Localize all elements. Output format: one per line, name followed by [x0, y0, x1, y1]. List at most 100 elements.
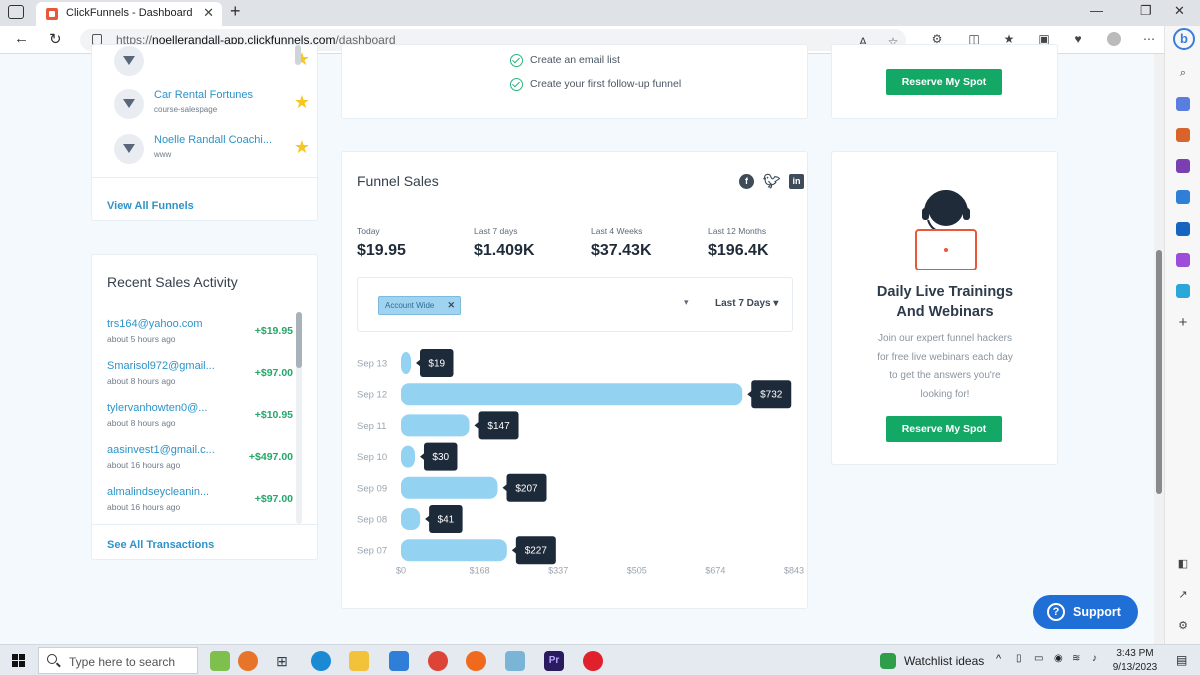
twitter-icon[interactable]: 🐦︎	[763, 174, 781, 189]
tray-device-icon[interactable]: ▯	[1016, 653, 1022, 664]
chevron-down-icon[interactable]: ▾	[684, 297, 689, 308]
funnels-scrollbar[interactable]	[295, 45, 301, 65]
sale-row[interactable]: aasinvest1@gmail.c... about 16 hours ago…	[107, 444, 293, 484]
sale-row[interactable]: trs164@yahoo.com about 5 hours ago +$19.…	[107, 318, 293, 358]
funnel-item[interactable]: Noelle Randall Coachi... www ★	[114, 131, 314, 167]
sale-row[interactable]: tylervanhowten0@... about 8 hours ago +$…	[107, 402, 293, 442]
account-wide-chip[interactable]: Account Wide ✕	[378, 296, 461, 315]
drop-icon[interactable]	[1176, 284, 1190, 298]
sidebar-layout-icon[interactable]: ◧	[1176, 557, 1190, 571]
open-external-icon[interactable]: ↗	[1176, 588, 1190, 602]
funnel-name[interactable]: Noelle Randall Coachi...	[154, 134, 272, 146]
page-scrollbar-thumb[interactable]	[1156, 250, 1162, 494]
taskbar-search-input[interactable]: Type here to search	[38, 647, 198, 674]
favorite-star-icon[interactable]: ★	[294, 92, 310, 113]
page-scrollbar[interactable]	[1154, 54, 1164, 644]
office-icon[interactable]	[1176, 190, 1190, 204]
add-sidebar-app-icon[interactable]: +	[1176, 315, 1190, 330]
date-range-select[interactable]: Last 7 Days ▾	[715, 298, 778, 309]
maximize-icon[interactable]: ❐	[1140, 3, 1152, 19]
close-tab-icon[interactable]: ✕	[203, 5, 214, 21]
mail-app-icon[interactable]	[389, 651, 409, 671]
task-view-icon[interactable]: ⊞	[272, 651, 292, 671]
bar	[401, 352, 411, 374]
more-options-icon[interactable]: ⋯	[1142, 32, 1156, 46]
see-all-transactions-link[interactable]: See All Transactions	[107, 539, 214, 551]
network-icon[interactable]: ◉	[1054, 653, 1063, 664]
shopping-icon[interactable]	[1176, 97, 1190, 111]
close-window-icon[interactable]: ✕	[1174, 3, 1185, 19]
sale-row[interactable]: almalindseycleanin... about 16 hours ago…	[107, 486, 293, 526]
watchlist-icon[interactable]	[880, 653, 896, 669]
search-icon[interactable]: ⌕	[1176, 66, 1190, 80]
widgets-app-icon[interactable]	[210, 651, 230, 671]
minimize-icon[interactable]: —	[1090, 3, 1103, 18]
outlook-icon[interactable]	[1176, 222, 1190, 236]
windows-start-icon[interactable]	[12, 654, 25, 667]
funnel-item[interactable]: Car Rental Fortunes course-salespage ★	[114, 86, 314, 122]
volume-icon[interactable]: ♪	[1092, 653, 1097, 664]
funnel-filter[interactable]: Account Wide ✕ ▾ Last 7 Days ▾	[357, 277, 793, 332]
app-icon[interactable]	[505, 651, 525, 671]
clock-time[interactable]: 3:43 PM	[1110, 648, 1160, 659]
sidebar-settings-icon[interactable]: ⚙	[1176, 619, 1190, 633]
check-circle-icon	[510, 54, 523, 67]
designer-icon[interactable]	[1176, 253, 1190, 267]
support-button[interactable]: ? Support	[1033, 595, 1138, 629]
facebook-icon[interactable]: f	[739, 174, 754, 189]
tab-actions-icon[interactable]	[8, 5, 24, 19]
sale-amount: +$497.00	[248, 451, 293, 463]
data-label: $147	[487, 421, 510, 432]
view-all-funnels-link[interactable]: View All Funnels	[107, 200, 194, 212]
reserve-my-spot-button[interactable]: Reserve My Spot	[886, 69, 1002, 95]
refresh-icon[interactable]: ↻	[49, 30, 62, 48]
checklist-item[interactable]: Create an email list	[510, 54, 620, 67]
funnel-name[interactable]: Car Rental Fortunes	[154, 89, 272, 101]
chrome-app-icon[interactable]	[428, 651, 448, 671]
sale-amount: +$97.00	[254, 367, 293, 379]
checklist-item[interactable]: Create your first follow-up funnel	[510, 78, 681, 91]
battery-icon[interactable]: ▭	[1034, 653, 1043, 664]
funnel-item-partial[interactable]: ★	[114, 43, 314, 79]
premiere-pro-icon[interactable]: Pr	[544, 651, 564, 671]
favorite-star-icon[interactable]: ★	[294, 137, 310, 158]
funnels-card: ★ Car Rental Fortunes course-salespage ★…	[91, 43, 319, 221]
back-icon[interactable]: ←	[14, 30, 29, 47]
file-explorer-icon[interactable]	[349, 651, 369, 671]
stat-label: Last 7 days	[474, 226, 518, 236]
tools-icon[interactable]	[1176, 128, 1190, 142]
edge-app-icon[interactable]	[311, 651, 331, 671]
browser-essentials-icon[interactable]: ♥	[1071, 32, 1085, 46]
games-icon[interactable]	[1176, 159, 1190, 173]
watchlist-widget[interactable]: Watchlist ideas	[904, 654, 984, 668]
sale-email[interactable]: tylervanhowten0@...	[107, 402, 217, 414]
clock-date[interactable]: 9/13/2023	[1108, 662, 1162, 673]
sale-row[interactable]: Smarisol972@gmail... about 8 hours ago +…	[107, 360, 293, 400]
stat-today: Today $19.95	[357, 226, 467, 260]
linkedin-icon[interactable]: in	[789, 174, 804, 189]
reserve-my-spot-button[interactable]: Reserve My Spot	[886, 416, 1002, 442]
opera-app-icon[interactable]	[583, 651, 603, 671]
sales-scrollbar-thumb[interactable]	[296, 312, 302, 368]
bar	[401, 476, 498, 499]
sale-email[interactable]: aasinvest1@gmail.c...	[107, 444, 217, 456]
notifications-icon[interactable]: ▤	[1176, 653, 1187, 667]
wifi-icon[interactable]: ≋	[1072, 653, 1080, 664]
bar	[401, 414, 470, 437]
sale-email[interactable]: Smarisol972@gmail...	[107, 360, 217, 372]
bing-chat-icon[interactable]: b	[1173, 28, 1195, 50]
browser-tab[interactable]: ClickFunnels - Dashboard ✕	[36, 2, 222, 26]
sale-email[interactable]: trs164@yahoo.com	[107, 318, 217, 330]
remove-chip-icon[interactable]: ✕	[447, 300, 455, 311]
basketball-icon[interactable]	[238, 651, 258, 671]
sale-email[interactable]: almalindseycleanin...	[107, 486, 217, 498]
data-label: $19	[428, 359, 445, 370]
stat-label: Today	[357, 226, 380, 236]
profile-avatar[interactable]	[1107, 32, 1121, 46]
firefox-app-icon[interactable]	[466, 651, 486, 671]
tray-chevron-icon[interactable]: ^	[996, 653, 1001, 665]
funnel-subtitle: course-salespage	[154, 105, 218, 114]
new-tab-icon[interactable]: +	[230, 1, 241, 22]
promo-text-line: for free live webinars each day	[877, 352, 1013, 363]
promo-title-line1: Daily Live Trainings	[876, 284, 1014, 300]
